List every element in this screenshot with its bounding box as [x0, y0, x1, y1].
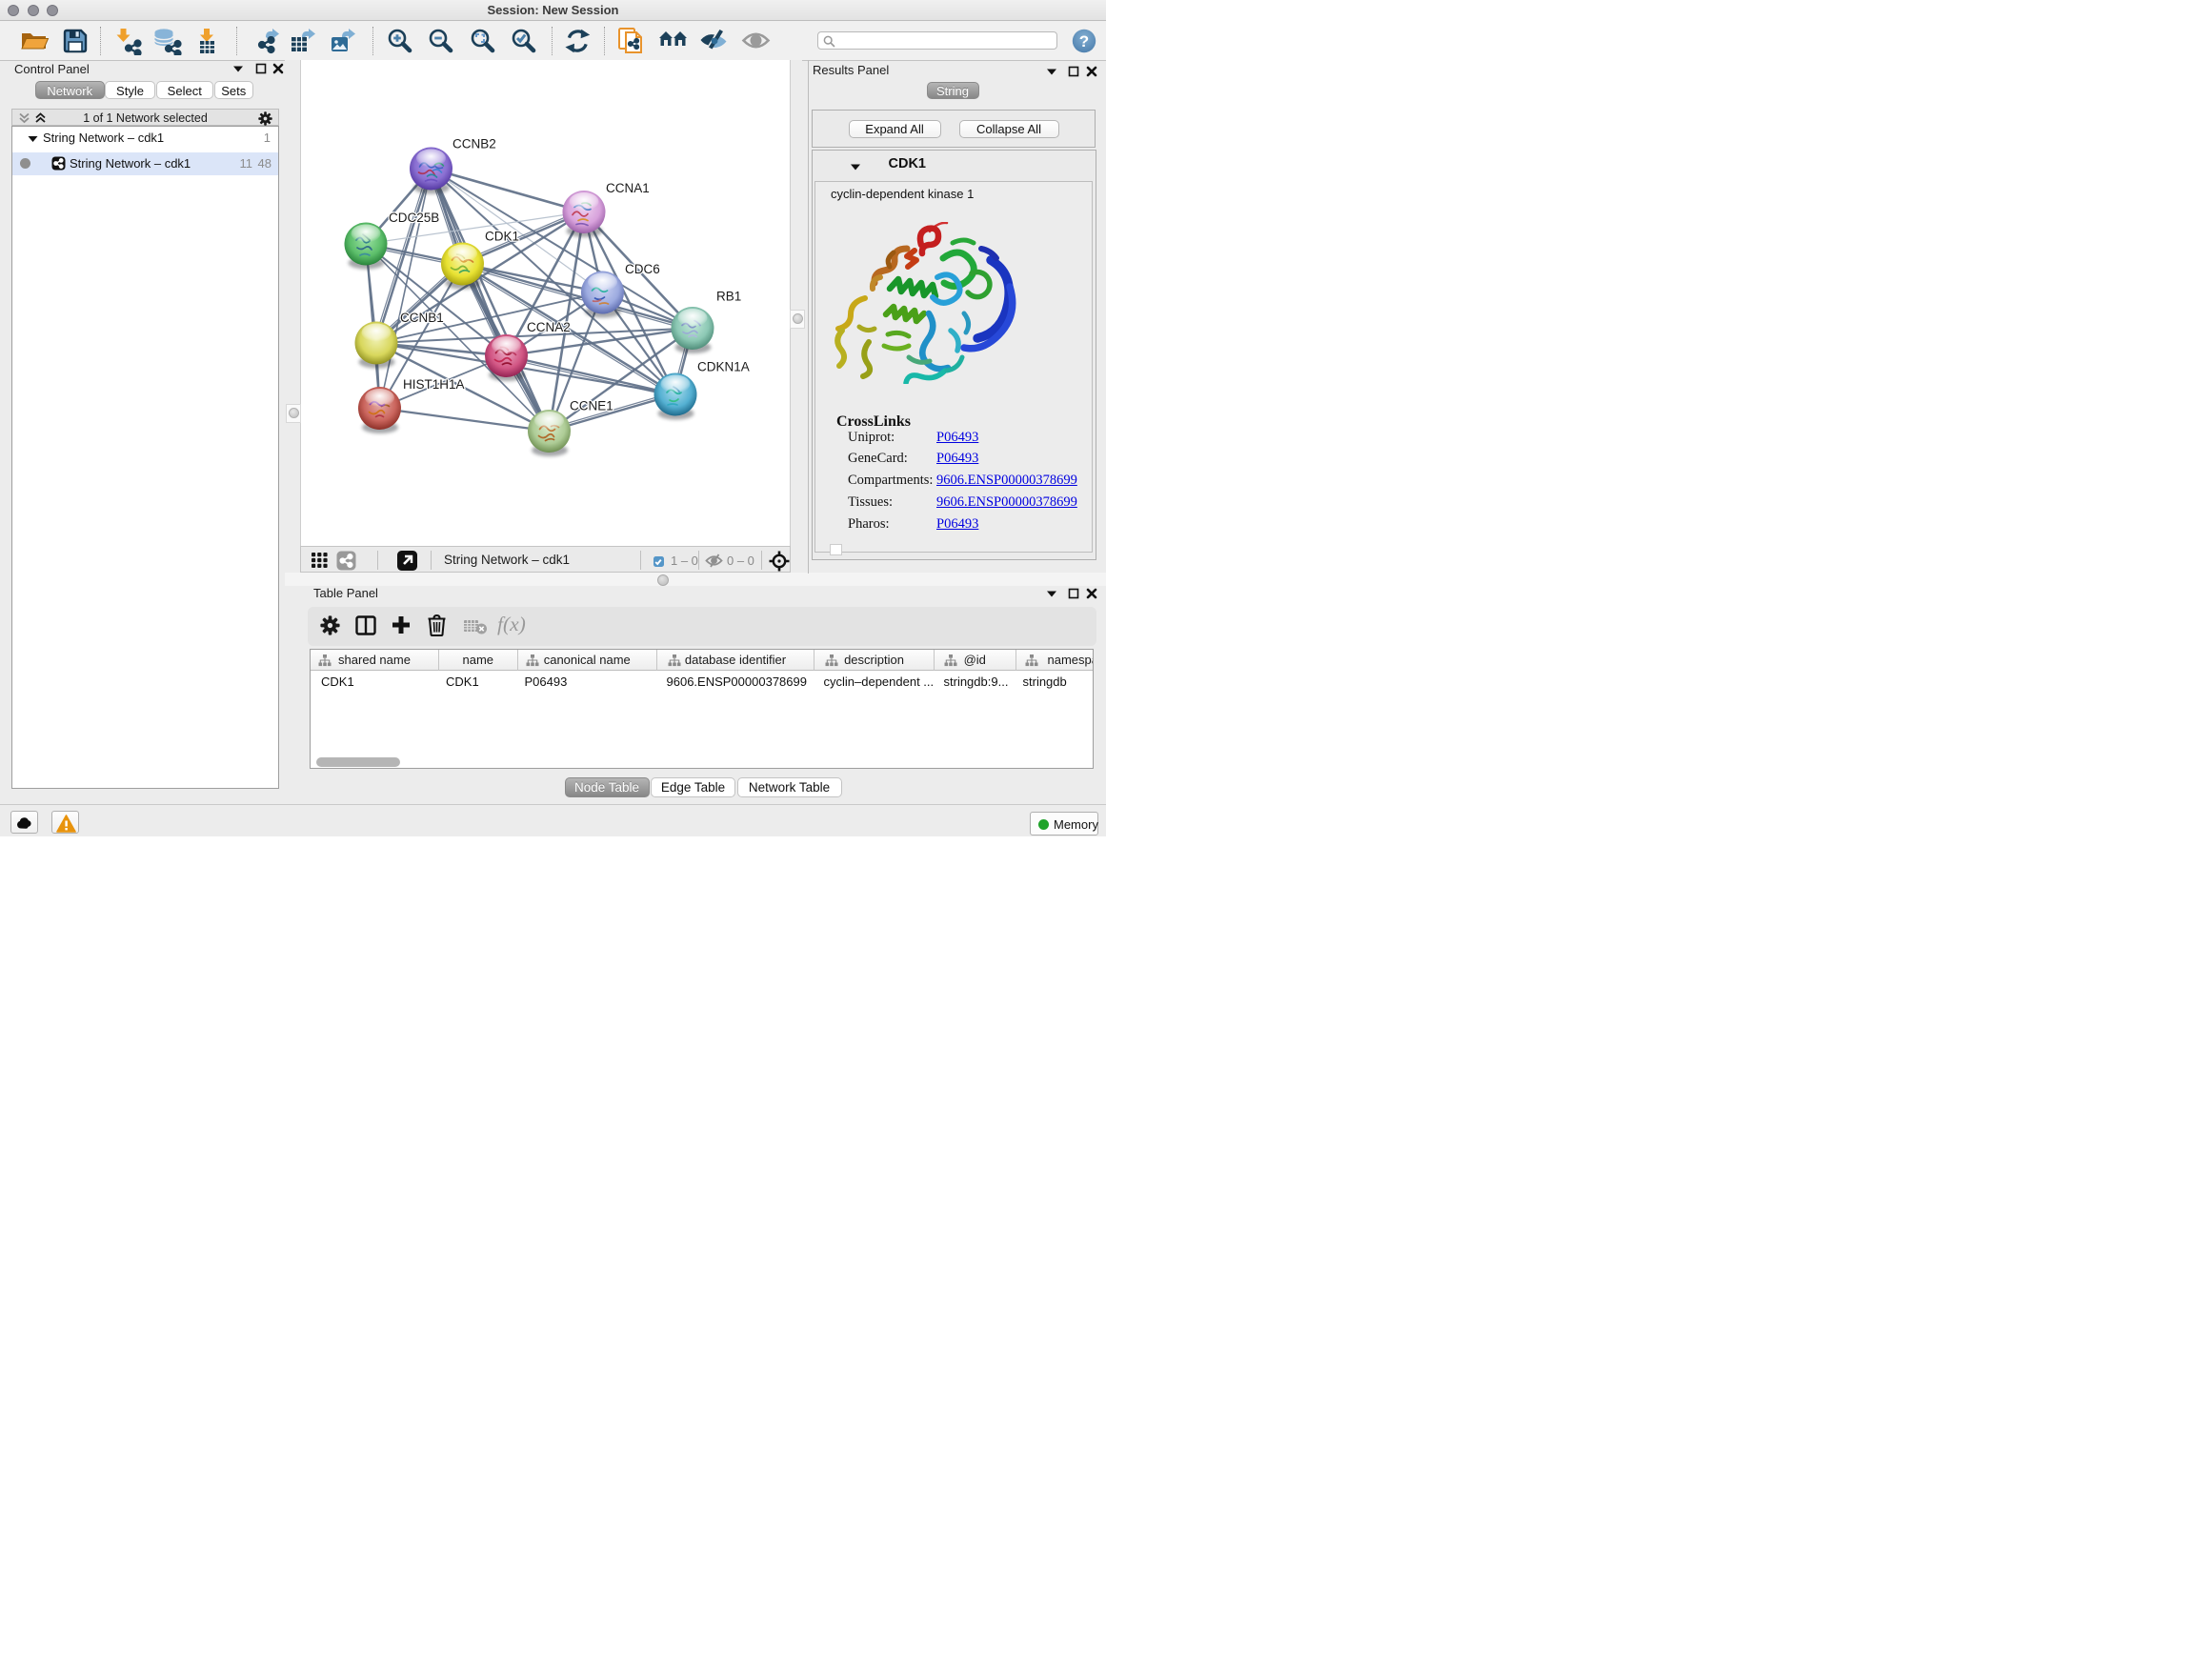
svg-text:CDKN1A: CDKN1A [697, 360, 750, 374]
svg-text:CDC6: CDC6 [625, 262, 660, 276]
svg-text:CCNB1: CCNB1 [400, 311, 444, 325]
svg-text:CDC25B: CDC25B [389, 211, 439, 225]
svg-text:RB1: RB1 [716, 290, 741, 304]
svg-text:CCNB2: CCNB2 [452, 137, 496, 151]
svg-text:CDK1: CDK1 [485, 230, 519, 244]
svg-text:?: ? [1079, 32, 1089, 50]
svg-text:HIST1H1A: HIST1H1A [403, 377, 465, 392]
svg-text:CCNA1: CCNA1 [606, 181, 650, 195]
svg-text:CCNA2: CCNA2 [527, 320, 571, 334]
svg-text:CCNE1: CCNE1 [570, 399, 613, 413]
